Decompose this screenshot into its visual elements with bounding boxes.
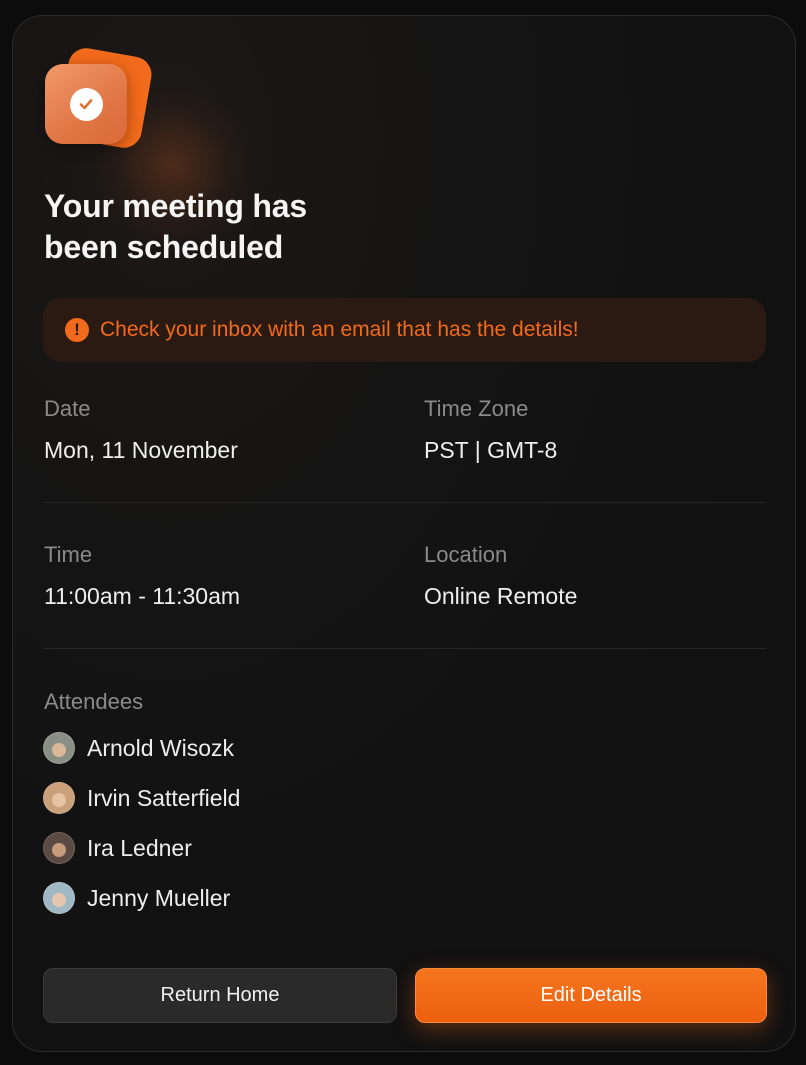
info-alert: ! Check your inbox with an email that ha… — [43, 298, 766, 362]
attendee-item: Ira Ledner — [43, 831, 192, 865]
attendee-item: Irvin Satterfield — [43, 781, 240, 815]
avatar — [43, 882, 75, 914]
time-value: 11:00am - 11:30am — [44, 583, 241, 609]
alert-text: Check your inbox with an email that has … — [100, 318, 579, 341]
page-title: Your meeting has been scheduled — [44, 188, 307, 265]
date-label: Date — [44, 396, 91, 421]
meeting-scheduled-card: Your meeting has been scheduled ! Check … — [12, 15, 796, 1052]
location-value: Online Remote — [424, 583, 578, 609]
attendees-label: Attendees — [44, 689, 144, 714]
success-badge — [43, 45, 155, 151]
avatar — [43, 832, 75, 864]
badge-front-tile — [45, 64, 127, 144]
avatar — [43, 732, 75, 764]
timezone-value: PST | GMT-8 — [424, 437, 558, 463]
timezone-label: Time Zone — [424, 396, 529, 421]
avatar — [43, 782, 75, 814]
time-label: Time — [44, 542, 93, 567]
date-value: Mon, 11 November — [44, 437, 238, 463]
edit-details-button[interactable]: Edit Details — [415, 968, 767, 1023]
divider — [43, 502, 766, 503]
return-home-button[interactable]: Return Home — [43, 968, 397, 1023]
attendee-name: Arnold Wisozk — [87, 734, 234, 761]
attendee-name: Ira Ledner — [87, 834, 192, 861]
attendee-name: Irvin Satterfield — [87, 784, 241, 811]
attendee-item: Jenny Mueller — [43, 881, 230, 915]
location-label: Location — [424, 542, 508, 567]
attendee-item: Arnold Wisozk — [43, 731, 234, 765]
attendee-name: Jenny Mueller — [87, 884, 231, 911]
exclamation-circle-icon: ! — [65, 318, 89, 342]
divider — [43, 648, 766, 649]
check-circle-icon — [69, 87, 103, 121]
